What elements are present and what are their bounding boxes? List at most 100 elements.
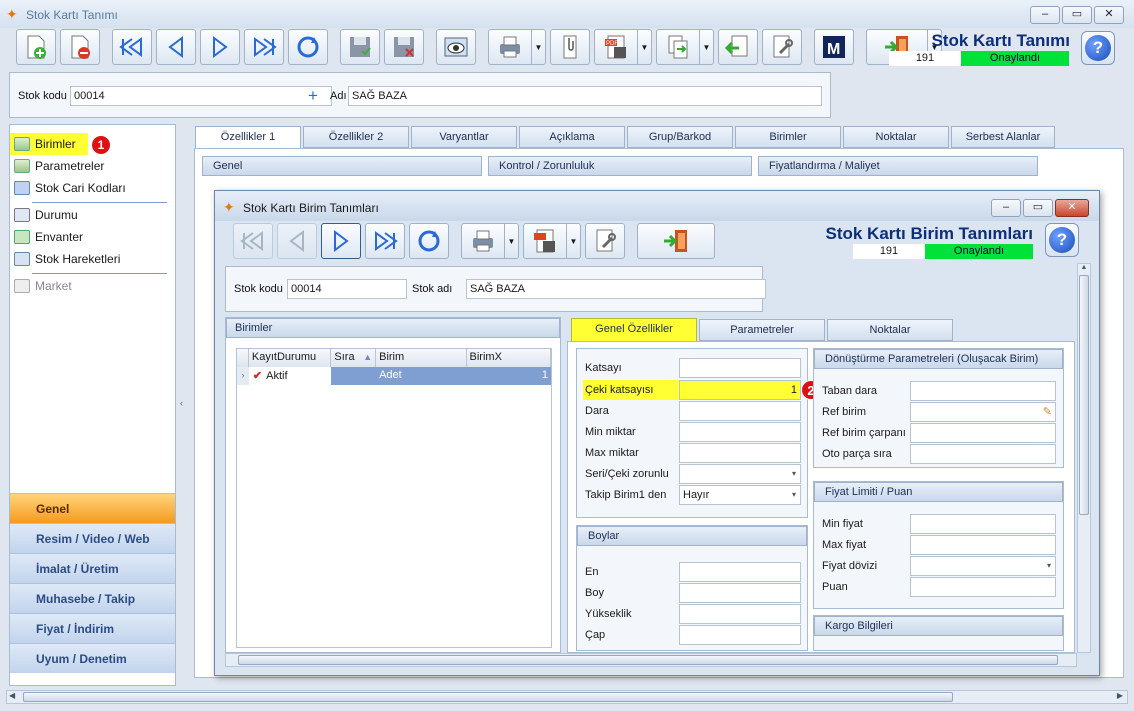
boy-input[interactable] (679, 583, 801, 603)
grid-cell-status[interactable]: ✔ Aktif (249, 367, 331, 385)
dialog-minimize-button[interactable]: – (991, 199, 1021, 217)
help-button[interactable]: ? (1081, 31, 1115, 65)
import-button[interactable] (718, 29, 758, 65)
nav-group-imalat[interactable]: İmalat / Üretim (10, 553, 175, 583)
tab-birimler[interactable]: Birimler (735, 126, 841, 148)
min-miktar-input[interactable] (679, 422, 801, 442)
dialog-stock-code-input[interactable]: 00014 (287, 279, 407, 299)
cancel-save-button[interactable] (384, 29, 424, 65)
grid-col-birim[interactable]: Birim (376, 349, 467, 367)
previous-record-button[interactable] (156, 29, 196, 65)
copy-button[interactable] (656, 29, 700, 65)
sidebar-item-stok-hareketleri[interactable]: Stok Hareketleri (10, 248, 175, 270)
last-record-button[interactable] (244, 29, 284, 65)
ref-birim-input[interactable]: ✎ (910, 402, 1056, 422)
dara-input[interactable] (679, 401, 801, 421)
taban-dara-input[interactable] (910, 381, 1056, 401)
ceki-katsayisi-input[interactable]: 1 (679, 380, 801, 400)
dialog-maximize-button[interactable]: ▭ (1023, 199, 1053, 217)
dialog-print-button[interactable] (461, 223, 505, 259)
first-record-button[interactable] (112, 29, 152, 65)
maximize-button[interactable]: ▭ (1062, 6, 1092, 24)
grid-col-sira[interactable]: Sıra ▲ (331, 349, 377, 367)
cap-input[interactable] (679, 625, 801, 645)
fiyat-dovizi-select[interactable]: ▾ (910, 556, 1056, 576)
min-fiyat-input[interactable] (910, 514, 1056, 534)
dialog-stock-name-input[interactable]: SAĞ BAZA (466, 279, 766, 299)
attach-button[interactable] (550, 29, 590, 65)
dialog-hscroll-thumb[interactable] (238, 655, 1058, 665)
grid-col-birimx[interactable]: BirimX (466, 349, 551, 367)
sidebar-item-envanter[interactable]: Envanter (10, 226, 175, 248)
dialog-export-button[interactable] (523, 223, 567, 259)
stock-code-input[interactable]: 00014 (70, 86, 332, 106)
new-record-button[interactable] (16, 29, 56, 65)
dialog-vertical-scrollbar[interactable]: ▲ (1077, 263, 1091, 653)
tab-genel-ozellikler[interactable]: Genel Özellikler (571, 318, 697, 342)
export-dropdown[interactable]: ▼ (638, 29, 652, 65)
table-row[interactable]: › ✔ Aktif Adet 1 (237, 367, 551, 385)
dialog-horizontal-scrollbar[interactable] (225, 653, 1077, 667)
delete-record-button[interactable] (60, 29, 100, 65)
collapse-arrow-icon[interactable]: ‹ (180, 398, 183, 408)
preview-button[interactable] (436, 29, 476, 65)
tab-dialog-noktalar[interactable]: Noktalar (827, 319, 953, 341)
dialog-next-button[interactable] (321, 223, 361, 259)
add-code-icon[interactable]: + (308, 86, 318, 106)
refresh-button[interactable] (288, 29, 328, 65)
dialog-exit-button[interactable] (637, 223, 715, 259)
sidebar-item-market[interactable]: Market (10, 275, 175, 297)
nav-group-genel[interactable]: Genel (10, 493, 175, 523)
grid-cell-birim[interactable]: Adet (376, 367, 467, 385)
dialog-close-button[interactable]: ✕ (1055, 199, 1089, 217)
tab-dialog-parametreler[interactable]: Parametreler (699, 319, 825, 341)
dialog-export-dropdown[interactable]: ▼ (567, 223, 581, 259)
module-m-button[interactable]: M (814, 29, 854, 65)
dialog-settings-button[interactable] (585, 223, 625, 259)
next-record-button[interactable] (200, 29, 240, 65)
save-button[interactable] (340, 29, 380, 65)
en-input[interactable] (679, 562, 801, 582)
nav-group-fiyat[interactable]: Fiyat / İndirim (10, 613, 175, 643)
dialog-previous-button[interactable] (277, 223, 317, 259)
minimize-button[interactable]: – (1030, 6, 1060, 24)
main-horizontal-scrollbar[interactable]: ◀ ▶ (6, 690, 1128, 704)
close-button[interactable]: ✕ (1094, 6, 1124, 24)
max-miktar-input[interactable] (679, 443, 801, 463)
tab-ozellikler-2[interactable]: Özellikler 2 (303, 126, 409, 148)
katsayi-input[interactable] (679, 358, 801, 378)
dialog-last-button[interactable] (365, 223, 405, 259)
copy-dropdown[interactable]: ▼ (700, 29, 714, 65)
puan-input[interactable] (910, 577, 1056, 597)
sidebar-item-durumu[interactable]: Durumu (10, 204, 175, 226)
dialog-first-button[interactable] (233, 223, 273, 259)
tab-noktalar[interactable]: Noktalar (843, 126, 949, 148)
grid-cell-sira[interactable] (331, 367, 377, 385)
scroll-right-icon[interactable]: ▶ (1117, 691, 1123, 700)
nav-group-resim[interactable]: Resim / Video / Web (10, 523, 175, 553)
print-button[interactable] (488, 29, 532, 65)
sidebar-item-birimler[interactable]: Birimler (10, 133, 88, 155)
dialog-print-dropdown[interactable]: ▼ (505, 223, 519, 259)
print-dropdown[interactable]: ▼ (532, 29, 546, 65)
settings-button[interactable] (762, 29, 802, 65)
dialog-help-button[interactable]: ? (1045, 223, 1079, 257)
main-hscroll-thumb[interactable] (23, 692, 953, 702)
tab-ozellikler-1[interactable]: Özellikler 1 (195, 126, 301, 150)
takip-birim-select[interactable]: Hayır ▾ (679, 485, 801, 505)
tab-varyantlar[interactable]: Varyantlar (411, 126, 517, 148)
dialog-refresh-button[interactable] (409, 223, 449, 259)
ref-birim-carpani-input[interactable] (910, 423, 1056, 443)
sidebar-item-stok-cari-kodlari[interactable]: Stok Cari Kodları (10, 177, 175, 199)
tab-serbest-alanlar[interactable]: Serbest Alanlar (951, 126, 1055, 148)
scroll-up-icon[interactable]: ▲ (1078, 264, 1090, 271)
sidebar-item-parametreler[interactable]: Parametreler (10, 155, 175, 177)
lookup-icon[interactable]: ✎ (1043, 403, 1052, 421)
dialog-vscroll-thumb[interactable] (1079, 275, 1089, 515)
tab-grup-barkod[interactable]: Grup/Barkod (627, 126, 733, 148)
grid-col-kayitdurumu[interactable]: KayıtDurumu (248, 349, 332, 367)
tab-aciklama[interactable]: Açıklama (519, 126, 625, 148)
oto-parca-input[interactable] (910, 444, 1056, 464)
nav-group-uyum[interactable]: Uyum / Denetim (10, 643, 175, 673)
yukseklik-input[interactable] (679, 604, 801, 624)
